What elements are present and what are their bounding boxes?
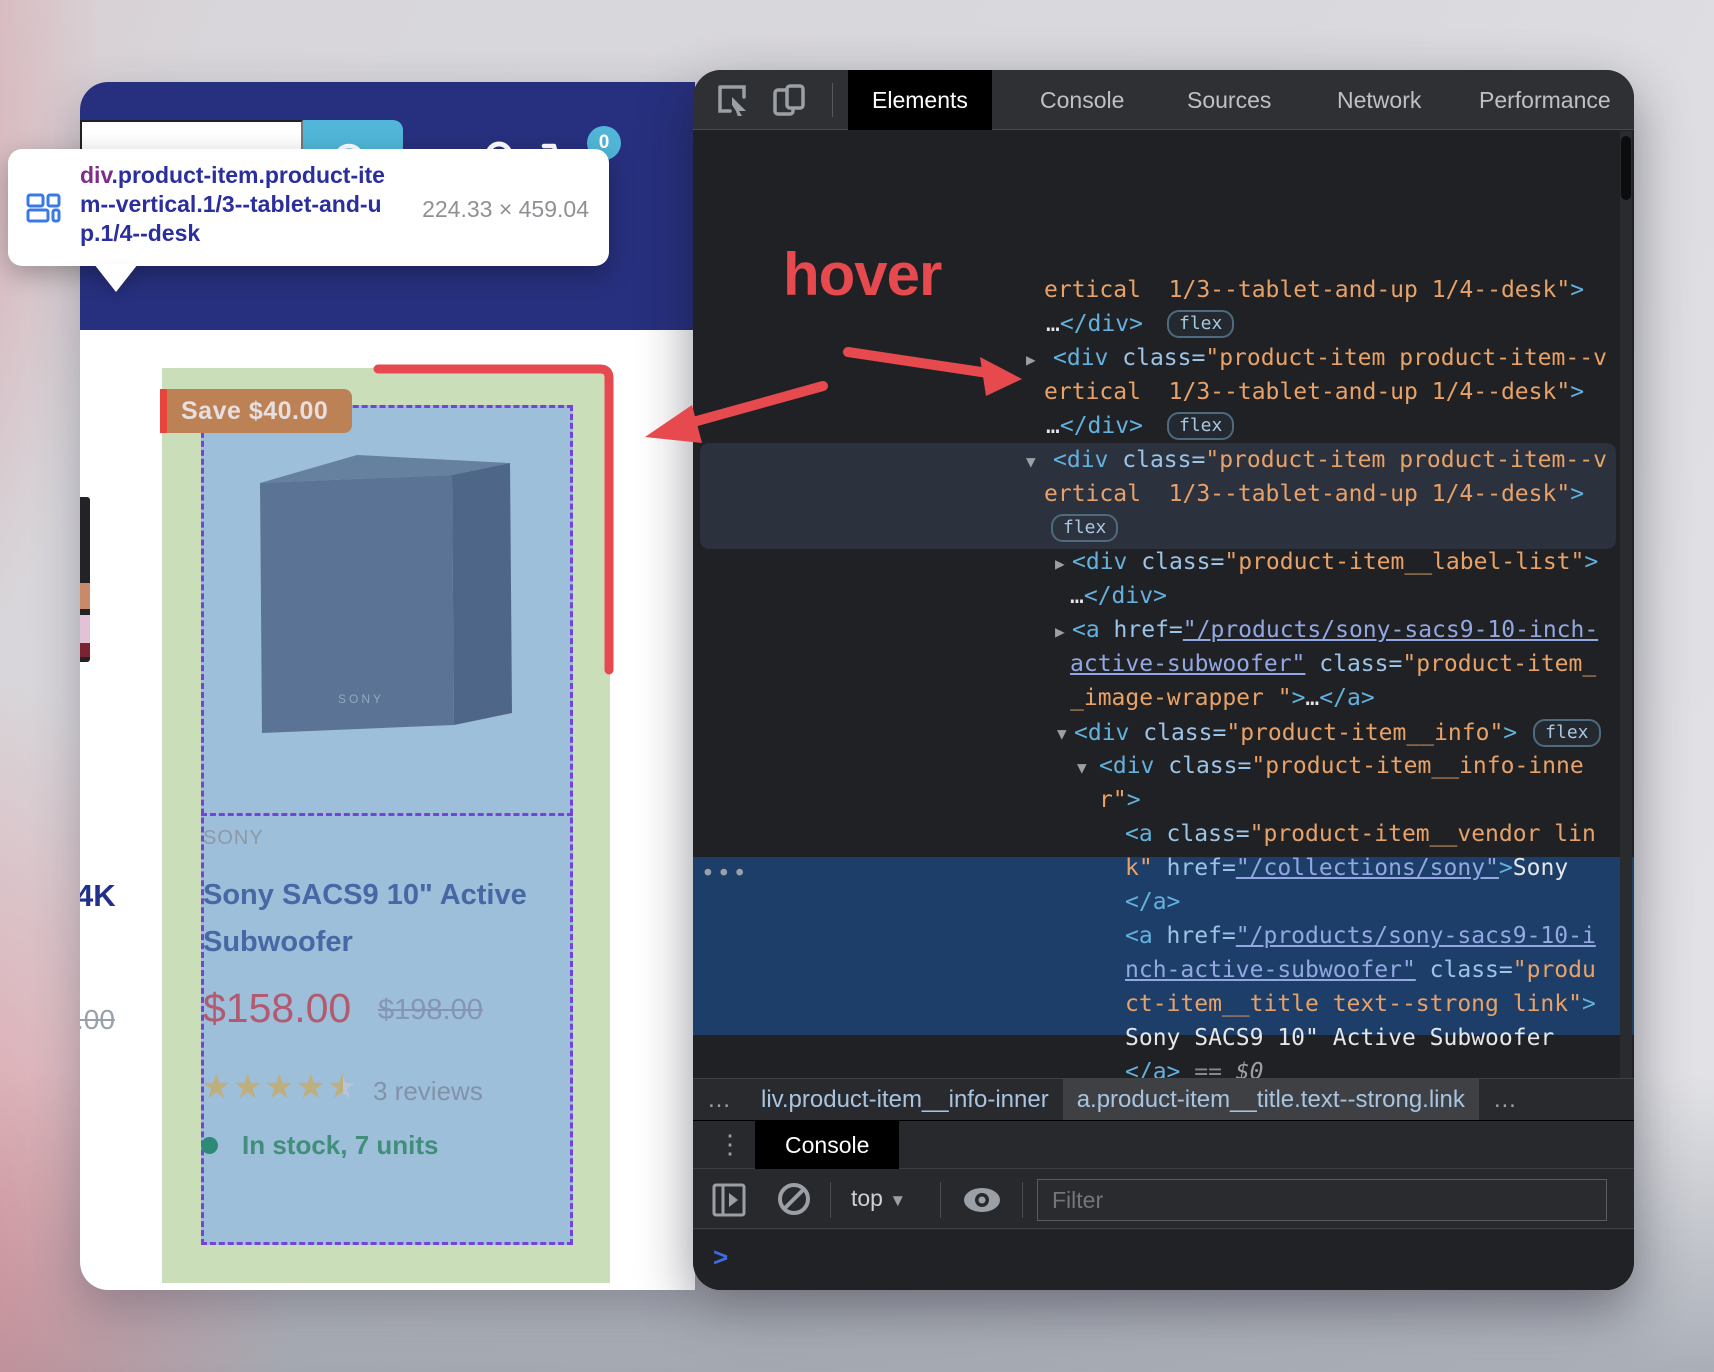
devtools-tab-elements[interactable]: Elements (848, 70, 992, 130)
dom-tree-line[interactable]: <a href="/products/sony-sacs9-10-inch- (1072, 617, 1598, 643)
layout-grid-icon (26, 193, 64, 223)
context-selector[interactable]: top ▼ (851, 1185, 906, 1212)
dom-tree-line[interactable]: <div class="product-item__label-list"> (1072, 549, 1598, 575)
dom-tree-line[interactable]: ct-item__title text--strong link"> (1125, 991, 1596, 1017)
toolbar-divider (940, 1182, 941, 1218)
inspect-overlay-divider (201, 813, 573, 816)
dom-tree-line[interactable]: <div class="product-item product-item--v (1053, 447, 1607, 473)
toolbar-divider (832, 83, 833, 117)
collapse-arrow-icon[interactable]: ▶ (1055, 554, 1065, 573)
stock-status: In stock, 7 units (242, 1130, 439, 1161)
flex-badge[interactable]: flex (1051, 514, 1118, 542)
dom-tree-line[interactable]: ertical 1/3--tablet-and-up 1/4--desk"> (1044, 277, 1584, 303)
tooltip-dimensions: 224.33 × 459.04 (422, 196, 589, 223)
dom-tree-line[interactable]: …</div> (1046, 413, 1143, 439)
device-toolbar-icon[interactable] (773, 84, 809, 116)
console-tabrow: ⋮ Console (693, 1121, 1634, 1169)
devtools-scrollbar[interactable] (1620, 131, 1632, 1078)
flex-badge[interactable]: flex (1167, 412, 1234, 440)
sale-badge-edge (160, 389, 167, 433)
toolbar-divider (830, 1182, 831, 1218)
sale-badge: Save $40.00 (160, 389, 352, 433)
breadcrumb-item[interactable]: a.product-item__title.text--strong.link (1063, 1079, 1479, 1121)
prompt-chevron-icon: > (713, 1242, 728, 1273)
dom-tree-line[interactable]: _image-wrapper ">…</a> (1070, 685, 1375, 711)
tooltip-selector: div.product-item.product-item--vertical.… (80, 161, 392, 248)
stock-dot-icon (201, 1137, 218, 1154)
devtools-tab-performance[interactable]: Performance (1455, 70, 1634, 130)
inspect-tooltip: div.product-item.product-item--vertical.… (8, 149, 609, 266)
devtools-tab-console[interactable]: Console (1016, 70, 1148, 130)
inspect-element-icon[interactable] (717, 84, 751, 116)
kebab-menu-icon[interactable]: ⋮ (717, 1129, 743, 1160)
dom-tree-line[interactable]: <div class="product-item__info-inne (1099, 753, 1584, 779)
devtools-tab-network[interactable]: Network (1313, 70, 1445, 130)
dom-breadcrumb-bar: …liv.product-item__info-innera.product-i… (693, 1078, 1634, 1120)
breadcrumb-item[interactable]: liv.product-item__info-inner (747, 1079, 1063, 1121)
dom-tree-line[interactable]: active-subwoofer" class="product-item_ (1070, 651, 1596, 677)
devtools-tabbar: Elements ConsoleSources NetworkPerformance (693, 70, 1634, 130)
partial-product-title: 4K (80, 878, 116, 914)
speaker-brand-label: SONY (338, 692, 384, 706)
product-title-link[interactable]: Sony SACS9 10" Active Subwoofer (203, 872, 533, 966)
expand-arrow-icon[interactable]: ▼ (1026, 452, 1036, 471)
dom-tree-line[interactable]: </a> (1125, 889, 1180, 915)
dom-tree-line[interactable]: …</div> (1070, 583, 1167, 609)
expand-arrow-icon[interactable]: ▼ (1077, 758, 1087, 777)
expand-arrow-icon[interactable]: ▼ (1057, 724, 1067, 743)
dom-tree-line[interactable]: k" href="/collections/sony">Sony (1125, 855, 1568, 881)
partial-product-price: .00 (80, 1004, 115, 1036)
collapse-arrow-icon[interactable]: ▶ (1055, 622, 1065, 641)
dom-tree-line[interactable]: r"> (1099, 787, 1141, 813)
tooltip-pointer (94, 264, 138, 292)
flex-badge[interactable]: flex (1533, 719, 1600, 747)
product-price: $158.00 (203, 985, 351, 1032)
partial-product-image (80, 497, 90, 662)
clear-console-icon[interactable] (777, 1182, 813, 1218)
breadcrumb-overflow[interactable]: … (693, 1079, 747, 1121)
flex-badge[interactable]: flex (1167, 310, 1234, 338)
star-rating[interactable]: ★★★★★★ (201, 1067, 358, 1107)
toolbar-divider (1022, 1182, 1023, 1218)
dom-tree-line[interactable]: <div class="product-item__info">flex (1074, 719, 1601, 747)
collapse-arrow-icon[interactable]: ▶ (1026, 350, 1036, 369)
dom-tree-line[interactable]: </a> == $0 (1125, 1059, 1263, 1078)
console-tab[interactable]: Console (755, 1121, 899, 1169)
dom-tree-line[interactable]: ertical 1/3--tablet-and-up 1/4--desk"> (1044, 379, 1584, 405)
selected-row-dots-icon[interactable]: ••• (701, 861, 749, 887)
console-prompt[interactable]: > (693, 1230, 1634, 1290)
devtools-tab-sources[interactable]: Sources (1163, 70, 1295, 130)
console-filter-input[interactable] (1037, 1179, 1607, 1221)
reviews-count[interactable]: 3 reviews (373, 1076, 483, 1107)
dom-tree-line[interactable]: Sony SACS9 10" Active Subwoofer (1125, 1025, 1554, 1051)
dom-tree-line[interactable]: nch-active-subwoofer" class="produ (1125, 957, 1596, 983)
dom-tree-line[interactable]: …</div> (1046, 311, 1143, 337)
chevron-down-icon: ▼ (889, 1191, 906, 1210)
expand-console-icon[interactable] (712, 1183, 748, 1217)
dom-tree-line[interactable]: ertical 1/3--tablet-and-up 1/4--desk"> (1044, 481, 1584, 507)
console-drawer: ⋮ Console top ▼ > (693, 1120, 1634, 1290)
product-old-price: $198.00 (378, 994, 483, 1027)
breadcrumb-overflow[interactable]: … (1479, 1079, 1533, 1121)
dom-tree-line[interactable]: <a href="/products/sony-sacs9-10-i (1125, 923, 1596, 949)
product-image[interactable]: SONY (250, 445, 520, 740)
dom-tree-line[interactable]: <a class="product-item__vendor lin (1125, 821, 1596, 847)
product-vendor[interactable]: SONY (203, 827, 264, 850)
console-toolbar: top ▼ (693, 1170, 1634, 1229)
live-expression-eye-icon[interactable] (961, 1187, 1003, 1215)
dom-tree-line[interactable]: <div class="product-item product-item--v (1053, 345, 1607, 371)
hover-annotation-label: hover (783, 240, 941, 309)
devtools-scrollbar-thumb[interactable] (1621, 136, 1631, 200)
